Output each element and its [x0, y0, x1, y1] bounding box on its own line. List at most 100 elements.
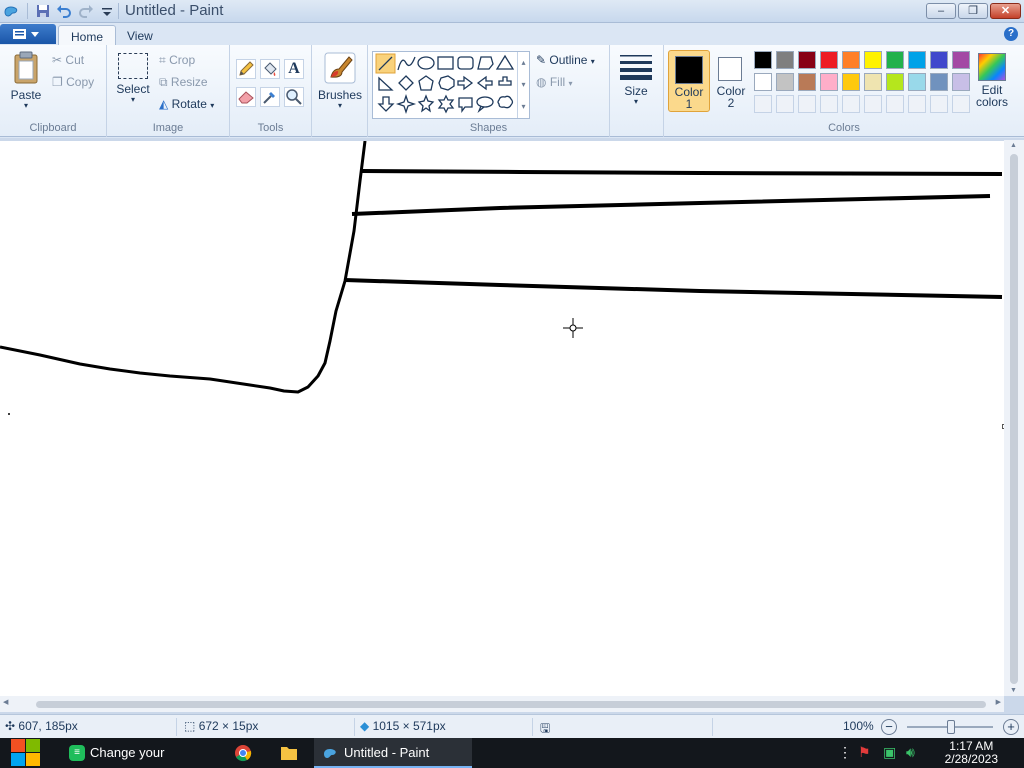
custom-color-slot[interactable] — [952, 95, 970, 113]
redo-icon[interactable] — [78, 3, 94, 19]
taskbar-item-paint[interactable]: Untitled - Paint — [314, 738, 472, 768]
save-icon[interactable] — [35, 3, 51, 19]
custom-color-slot[interactable] — [820, 95, 838, 113]
brushes-dropdown-icon[interactable]: ▾ — [318, 102, 362, 110]
custom-color-slot[interactable] — [798, 95, 816, 113]
tab-view[interactable]: View — [115, 25, 165, 46]
fill-button[interactable]: ◍ Fill ▾ — [536, 73, 573, 93]
paint-menu-button[interactable] — [0, 24, 56, 44]
zoom-slider[interactable] — [907, 720, 993, 734]
copy-label: Copy — [66, 75, 95, 89]
undo-icon[interactable] — [56, 3, 72, 19]
brushes-button[interactable]: Brushes ▾ — [318, 51, 362, 115]
palette-swatch[interactable] — [952, 73, 970, 91]
eraser-tool[interactable] — [236, 87, 256, 107]
scroll-down-icon[interactable]: ▼ — [1010, 687, 1017, 694]
select-dropdown-icon[interactable]: ▾ — [115, 96, 151, 104]
volume-icon[interactable]: 🔊︎ — [906, 744, 915, 761]
taskbar: ≡ Change your deskto... Untitled - Paint… — [0, 738, 1024, 768]
palette-swatch[interactable] — [798, 73, 816, 91]
horizontal-scrollbar[interactable]: ◀ ▶ — [0, 696, 1004, 712]
resize-button[interactable]: ⧉ Resize — [159, 73, 208, 93]
more-tray-icon[interactable]: ⋮ — [838, 744, 852, 761]
clock-date: 2/28/2023 — [944, 752, 998, 766]
action-center-flag-icon[interactable]: ⚑ — [858, 744, 871, 761]
customize-qat-icon[interactable] — [99, 3, 115, 19]
close-button[interactable]: ✕ — [990, 3, 1021, 19]
network-icon[interactable]: ▣ — [883, 744, 896, 761]
paste-button[interactable]: Paste ▾ — [6, 51, 46, 111]
palette-swatch[interactable] — [908, 73, 926, 91]
custom-color-slot[interactable] — [842, 95, 860, 113]
palette-swatch[interactable] — [864, 51, 882, 69]
palette-swatch[interactable] — [820, 51, 838, 69]
custom-color-slot[interactable] — [776, 95, 794, 113]
outline-button[interactable]: ✎ Outline ▾ — [536, 51, 595, 71]
cut-button[interactable]: ✂ Cut — [52, 51, 84, 71]
custom-color-slot[interactable] — [864, 95, 882, 113]
taskbar-item-chrome[interactable] — [226, 738, 260, 768]
start-button[interactable] — [8, 738, 46, 768]
palette-swatch[interactable] — [908, 51, 926, 69]
palette-swatch[interactable] — [754, 51, 772, 69]
select-icon — [118, 53, 148, 79]
scroll-left-icon[interactable]: ◀ — [3, 698, 8, 706]
magnifier-tool[interactable] — [284, 87, 304, 107]
select-label: Select — [116, 82, 150, 96]
size-button[interactable]: Size ▾ — [618, 53, 654, 115]
scroll-right-icon[interactable]: ▶ — [996, 698, 1001, 706]
custom-color-slot[interactable] — [930, 95, 948, 113]
help-icon[interactable]: ? — [1004, 27, 1018, 41]
color1-button[interactable]: Color 1 — [668, 50, 710, 112]
edit-colors-button[interactable]: Edit colors — [974, 53, 1010, 115]
clipboard-group-label: Clipboard — [29, 122, 77, 134]
taskbar-item-settings[interactable]: ≡ Change your deskto... — [62, 738, 212, 768]
drawing-canvas[interactable] — [0, 140, 1004, 696]
custom-color-slot[interactable] — [886, 95, 904, 113]
system-clock[interactable]: 1:17 AM 2/28/2023 — [945, 740, 998, 766]
minimize-button[interactable]: – — [926, 3, 956, 19]
pencil-tool[interactable] — [236, 59, 256, 79]
vertical-scrollbar[interactable]: ▲ ▼ — [1004, 140, 1024, 696]
palette-swatch[interactable] — [798, 51, 816, 69]
palette-swatch[interactable] — [754, 73, 772, 91]
paste-dropdown-icon[interactable]: ▾ — [6, 102, 46, 110]
color2-button[interactable]: Color 2 — [710, 50, 752, 112]
vertical-scroll-thumb[interactable] — [1010, 154, 1018, 684]
horizontal-scroll-thumb[interactable] — [36, 701, 986, 708]
copy-button[interactable]: ❐ Copy — [52, 73, 94, 93]
fill-bucket-icon — [264, 62, 277, 76]
text-tool[interactable]: A — [284, 59, 304, 79]
shapes-scroll[interactable]: ▴ ▾ ▾ — [517, 52, 529, 118]
menu-icon — [13, 29, 39, 39]
shapes-gallery: ▴ ▾ ▾ — [372, 51, 530, 119]
scroll-up-icon[interactable]: ▲ — [1010, 142, 1017, 149]
rotate-button[interactable]: ◭ Rotate ▾ — [159, 95, 214, 115]
palette-swatch[interactable] — [776, 73, 794, 91]
size-dropdown-icon[interactable]: ▾ — [618, 98, 654, 106]
outline-dropdown-icon: ▾ — [590, 57, 595, 66]
custom-color-slot[interactable] — [754, 95, 772, 113]
crop-button[interactable]: ⌗ Crop — [159, 51, 195, 71]
paint-app-icon[interactable] — [3, 3, 19, 19]
palette-swatch[interactable] — [930, 51, 948, 69]
palette-swatch[interactable] — [776, 51, 794, 69]
zoom-out-button[interactable]: − — [881, 719, 897, 735]
color-picker-tool[interactable] — [260, 87, 280, 107]
palette-swatch[interactable] — [842, 51, 860, 69]
palette-swatch[interactable] — [842, 73, 860, 91]
palette-swatch[interactable] — [886, 51, 904, 69]
zoom-in-button[interactable]: + — [1003, 719, 1019, 735]
custom-color-slot[interactable] — [908, 95, 926, 113]
maximize-button[interactable]: ❐ — [958, 3, 988, 19]
palette-swatch[interactable] — [886, 73, 904, 91]
palette-swatch[interactable] — [952, 51, 970, 69]
palette-swatch[interactable] — [820, 73, 838, 91]
palette-swatch[interactable] — [930, 73, 948, 91]
select-button[interactable]: Select ▾ — [115, 53, 151, 113]
tab-home[interactable]: Home — [58, 25, 117, 46]
taskbar-item-explorer[interactable] — [272, 738, 306, 768]
zoom-slider-thumb[interactable] — [947, 720, 955, 734]
fill-tool[interactable] — [260, 59, 280, 79]
palette-swatch[interactable] — [864, 73, 882, 91]
